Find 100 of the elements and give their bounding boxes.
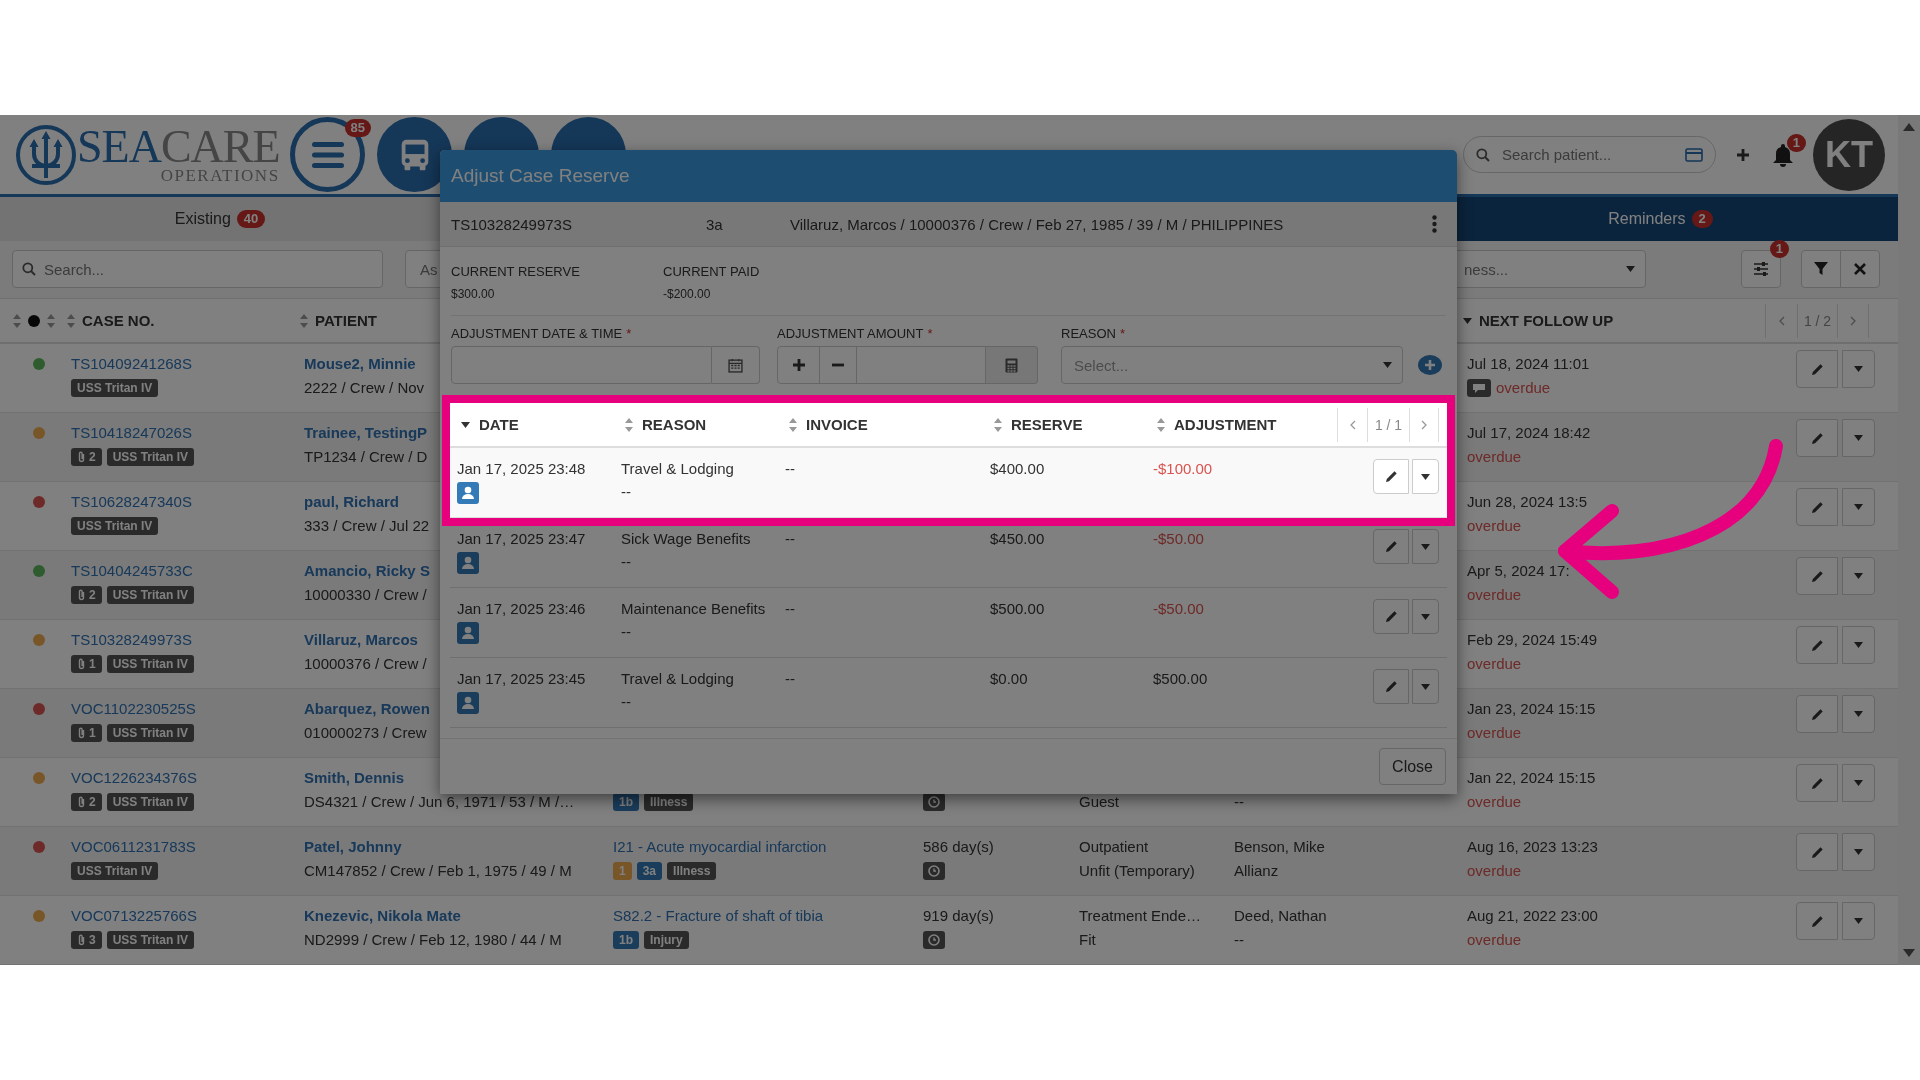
adjustment-amount: -$50.00	[1153, 529, 1205, 548]
vessel-tag: USS Tritan IV	[71, 861, 159, 880]
patient-details: 10000376 / Crew /	[304, 654, 427, 673]
note-text: --	[621, 552, 632, 571]
vessel-tag: USS Tritan IV	[106, 723, 195, 742]
status-text: Treatment Ende…	[1079, 906, 1201, 925]
vessel-tag: USS Tritan IV	[106, 930, 195, 949]
form-label: ADJUSTMENT AMOUNT *	[777, 326, 934, 342]
case-number: TS10328249973S	[451, 215, 573, 233]
overdue-text: overdue	[1467, 585, 1522, 604]
patient-details: ND2999 / Crew / Feb 12, 1980 / 44 / M	[304, 930, 562, 949]
reason-text: Travel & Lodging	[621, 669, 735, 688]
reserve-amount: $500.00	[990, 599, 1046, 618]
attachment-count: 1	[89, 724, 96, 742]
page-indicator: 1 / 1	[1367, 407, 1409, 442]
adjustment-amount: $500.00	[1153, 669, 1209, 688]
attachment-count: 3	[89, 931, 96, 949]
duration-text: 586 day(s)	[923, 837, 994, 856]
reserve-amount: $450.00	[990, 529, 1046, 548]
case-grade: 3a	[706, 215, 724, 233]
status-text: Guest	[1079, 792, 1120, 811]
patient-summary: Villaruz, Marcos / 10000376 / Crew / Feb 27, 1985 / 39 / M / PHILIPPINES	[790, 215, 1285, 233]
modal-title: Adjust Case Reserve	[451, 165, 630, 187]
patient-details: TP1234 / Crew / D	[304, 447, 428, 466]
summary-value: $300.00	[451, 287, 496, 301]
count-badge: 40	[236, 210, 266, 229]
follow-up-date: Jul 18, 2024 11:01	[1467, 354, 1590, 373]
patient-details: 333 / Crew / Jul 22	[304, 516, 430, 535]
patient-details: CM147852 / Crew / Feb 1, 1975 / 49 / M	[304, 861, 572, 880]
note-text: --	[621, 692, 632, 711]
contact-text: Deed, Nathan	[1234, 906, 1327, 925]
follow-up-date: Aug 21, 2022 23:00	[1467, 906, 1598, 925]
date-text: Jan 17, 2025 23:46	[457, 599, 587, 618]
invoice-text: --	[785, 529, 796, 548]
follow-up-date: Aug 16, 2023 13:23	[1467, 837, 1598, 856]
summary-label: CURRENT PAID	[663, 264, 761, 279]
attachment-count: 2	[89, 586, 96, 604]
reserve-amount: $400.00	[990, 459, 1046, 478]
patient-details: 2222 / Crew / Nov	[304, 378, 425, 397]
summary-value: -$200.00	[663, 287, 712, 301]
page-indicator: 1 / 2	[1797, 303, 1837, 338]
follow-up-date: Jul 17, 2024 18:42	[1467, 423, 1591, 442]
follow-up-date: Apr 5, 2024 17:	[1467, 561, 1570, 580]
invoice-text: --	[785, 599, 796, 618]
form-label: ADJUSTMENT DATE & TIME *	[451, 326, 633, 342]
status-text: Unfit (Temporary)	[1079, 861, 1195, 880]
date-text: Jan 17, 2025 23:47	[457, 529, 587, 548]
grade-tag: 3a	[636, 861, 663, 880]
form-label: REASON *	[1061, 326, 1126, 342]
follow-up-date: Jan 23, 2024 15:15	[1467, 699, 1596, 718]
follow-up-date: Feb 29, 2024 15:49	[1467, 630, 1598, 649]
reason-text: Travel & Lodging	[621, 459, 735, 478]
vessel-tag: USS Tritan IV	[106, 447, 195, 466]
attachment-count: 1	[89, 655, 96, 673]
date-text: Jan 17, 2025 23:45	[457, 669, 587, 688]
contact-text: --	[1234, 930, 1244, 949]
note-text: --	[621, 482, 632, 501]
priority-tag: 1	[613, 861, 632, 880]
overdue-text: overdue	[1496, 378, 1551, 397]
vessel-tag: USS Tritan IV	[71, 516, 159, 535]
follow-up-date: Jan 22, 2024 15:15	[1467, 768, 1596, 787]
contact-text: Allianz	[1234, 861, 1279, 880]
note-text: --	[621, 622, 632, 641]
attachment-count: 2	[89, 448, 96, 466]
adjustment-amount: -$50.00	[1153, 599, 1205, 618]
overdue-text: overdue	[1467, 861, 1522, 880]
grade-tag: 1b	[613, 930, 639, 949]
vessel-tag: USS Tritan IV	[71, 378, 159, 397]
status-text: Fit	[1079, 930, 1096, 949]
adjustment-amount: -$100.00	[1153, 459, 1214, 478]
summary-label: CURRENT RESERVE	[451, 264, 581, 279]
category-tag: Injury	[644, 930, 689, 949]
overdue-text: overdue	[1467, 654, 1522, 673]
invoice-text: --	[785, 669, 796, 688]
logo-text: SEACARE	[77, 124, 280, 169]
patient-details: DS4321 / Crew / Jun 6, 1971 / 53 / M /…	[304, 792, 575, 811]
reason-text: Maintenance Benefits	[621, 599, 767, 618]
overdue-text: overdue	[1467, 516, 1522, 535]
vessel-tag: USS Tritan IV	[106, 585, 195, 604]
count-badge: 1	[1786, 133, 1806, 152]
duration-text: 919 day(s)	[923, 906, 994, 925]
invoice-text: --	[785, 459, 796, 478]
patient-details: 10000330 / Crew /	[304, 585, 427, 604]
contact-text: --	[1234, 792, 1244, 811]
count-badge: 85	[344, 119, 371, 138]
count-badge: 2	[1691, 210, 1713, 229]
vessel-tag: USS Tritan IV	[106, 654, 195, 673]
logo-subtitle: OPERATIONS	[160, 168, 280, 185]
vessel-tag: USS Tritan IV	[106, 792, 195, 811]
date-text: Jan 17, 2025 23:48	[457, 459, 587, 478]
follow-up-date: Jun 28, 2024 13:5	[1467, 492, 1588, 511]
overdue-text: overdue	[1467, 723, 1522, 742]
attachment-count: 2	[89, 793, 96, 811]
reason-text: Sick Wage Benefits	[621, 529, 752, 548]
status-text: Outpatient	[1079, 837, 1149, 856]
overdue-text: overdue	[1467, 447, 1522, 466]
overdue-text: overdue	[1467, 792, 1522, 811]
reserve-amount: $0.00	[990, 669, 1029, 688]
category-tag: Illness	[667, 861, 717, 880]
patient-details: 010000273 / Crew	[304, 723, 427, 742]
